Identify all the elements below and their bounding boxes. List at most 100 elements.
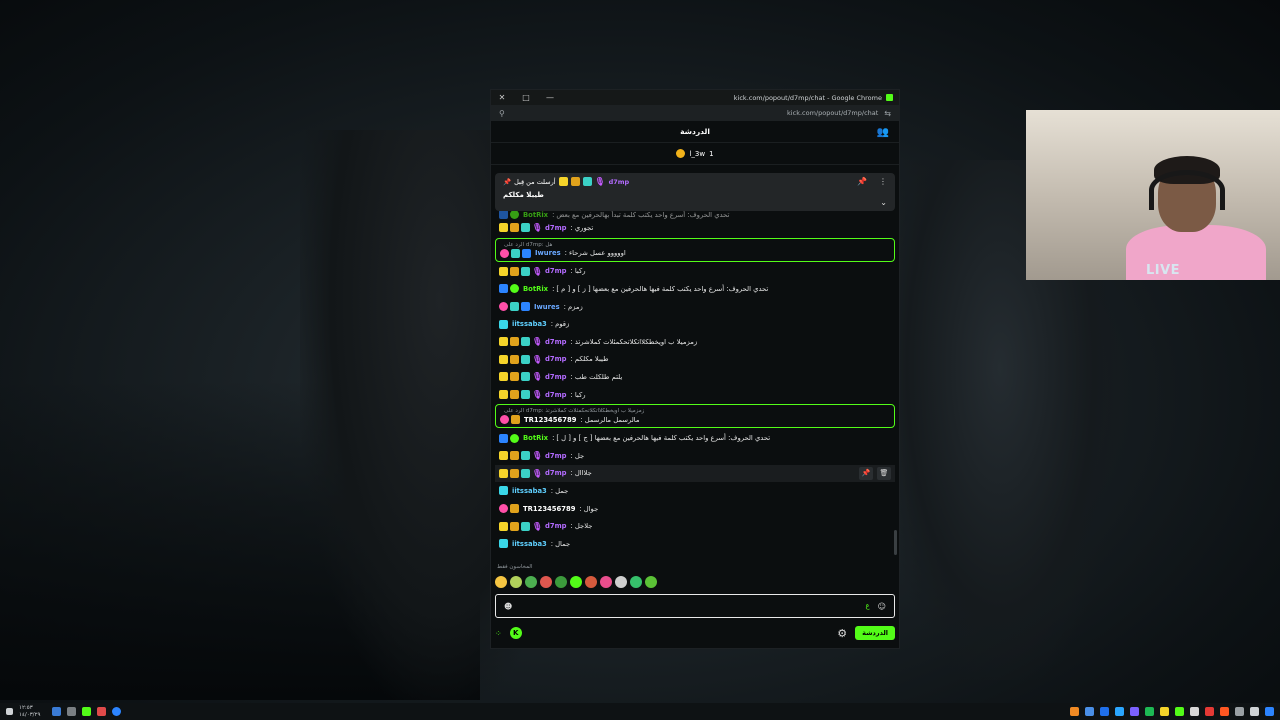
notification-icon[interactable] [6,708,13,715]
chat-message-row[interactable]: 🎙 d7mp: يلتم طلكلت طب [495,368,895,386]
broadcaster-mic-icon: 🎙 [532,451,543,461]
chat-username[interactable]: d7mp [545,469,567,477]
chat-username[interactable]: Iwures [534,303,560,311]
chat-input-text[interactable]: ع [865,602,869,610]
pin-message-icon[interactable]: 📌 [859,466,873,480]
emoji-picker-icon[interactable]: ☻ [504,602,512,611]
chat-username[interactable]: d7mp [545,452,567,460]
chat-scrollbar[interactable] [894,530,897,555]
pin-icon[interactable]: 📌 [857,177,867,186]
chat-username[interactable]: iitssaba3 [512,487,547,495]
tray-icon[interactable] [112,707,122,716]
emote-icon[interactable] [630,576,642,588]
emote-icon[interactable] [615,576,627,588]
chat-message-row[interactable]: TR123456789: جوال [495,500,895,518]
kick-logo-icon[interactable]: K [509,627,522,639]
emote-icon[interactable] [495,576,507,588]
app-icon[interactable] [1085,707,1094,716]
chat-message-row[interactable]: iitssaba3: زقوم [495,315,895,333]
delete-message-icon[interactable]: 🗑 [877,466,891,480]
tray-icon[interactable] [52,707,62,716]
chat-username[interactable]: d7mp [545,355,567,363]
gear-icon[interactable]: ⚙ [837,627,847,640]
minimize-window-button[interactable]: — [545,93,555,102]
chrome-app-icon[interactable] [1190,707,1199,716]
emote-icon[interactable] [585,576,597,588]
reply-message-row[interactable]: الرد على d7mp: زمزميلا ب اويخطكلااتكلاتح… [495,404,895,429]
kick-app-icon[interactable] [1175,707,1184,716]
top-gifter-bar[interactable]: l_3w 1 [491,143,899,165]
emote-icon[interactable] [525,576,537,588]
sub-badge-icon [499,521,508,531]
tray-icon[interactable] [97,707,107,716]
app-icon[interactable] [1205,707,1214,716]
moderator-badge-icon [521,354,530,364]
app-icon[interactable] [1070,707,1079,716]
emote-icon[interactable] [555,576,567,588]
app-icon[interactable] [1145,707,1154,716]
chat-username[interactable]: d7mp [545,338,567,346]
chat-bottom-bar: ⁘ K ⚙ الدردشة [495,624,895,642]
pinned-message[interactable]: 📌 أرسلت من قِبل 🎙 d7mp طيبلا مكلكم 📌 ⋮ ⌄ [495,173,895,211]
chat-username[interactable]: TR123456789 [524,416,576,424]
chat-message-row[interactable]: BotRix: تحدي الحروف: أسرع واحد يكتب كلمة … [495,280,895,298]
taskbar-clock[interactable]: ١٢:٥٣ ١٤/٠٣/٢٩ [19,705,40,719]
app-icon[interactable] [1235,707,1244,716]
emote-icon[interactable] [600,576,612,588]
app-icon[interactable] [1130,707,1139,716]
tray-icon[interactable] [82,707,92,716]
chat-message-row[interactable]: 🎙 d7mp: جلاجل [495,517,895,535]
close-window-button[interactable]: ✕ [497,93,507,102]
emote-picker-icon[interactable]: ☺ [878,602,886,611]
emote-icon[interactable] [645,576,657,588]
chat-username[interactable]: Iwures [535,249,561,257]
chat-username[interactable]: d7mp [545,522,567,530]
chat-username[interactable]: BotRix [523,285,548,293]
chat-message-row[interactable]: BotRix: تحدي الحروف: أسرع واحد يكتب كلمة … [495,211,895,219]
app-icon[interactable] [1115,707,1124,716]
more-options-icon[interactable]: ⋮ [879,177,887,186]
site-settings-icon[interactable]: ⇆ [884,109,891,118]
chevron-down-icon[interactable]: ⌄ [880,198,887,207]
chat-username[interactable]: d7mp [545,373,567,381]
app-icon[interactable] [1160,707,1169,716]
chat-username[interactable]: BotRix [523,211,548,219]
predictions-icon[interactable]: ⁘ [495,629,502,638]
chat-username[interactable]: iitssaba3 [512,540,547,548]
chat-message-row[interactable]: 🎙 d7mp: تجوري [495,219,895,237]
chat-username[interactable]: TR123456789 [523,505,575,513]
moderator-badge-icon [521,521,530,531]
chat-message-row[interactable]: 🎙 d7mp: ركبا [495,386,895,404]
send-chat-button[interactable]: الدردشة [855,626,895,640]
maximize-window-button[interactable]: □ [521,93,531,102]
chat-message-input[interactable]: ☻ ع ☺ [495,594,895,618]
url-text[interactable]: kick.com/popout/d7mp/chat [787,109,878,117]
chat-message-row[interactable]: 🎙 d7mp: جلااال 📌 🗑 [495,464,895,483]
tray-icon[interactable] [67,707,77,716]
app-icon[interactable] [1100,707,1109,716]
chat-message-row[interactable]: BotRix: تحدي الحروف: أسرع واحد يكتب كلمة … [495,429,895,447]
search-icon[interactable] [1250,707,1259,716]
emote-icon[interactable] [510,576,522,588]
chat-username[interactable]: d7mp [545,224,567,232]
chat-message-row[interactable]: 🎙 d7mp: ركبا [495,263,895,281]
chat-username[interactable]: iitssaba3 [512,320,547,328]
chat-message-row[interactable]: iitssaba3: جمال [495,535,895,553]
emote-icon[interactable] [570,576,582,588]
start-icon[interactable] [1265,707,1274,716]
chat-username[interactable]: d7mp [545,391,567,399]
chat-message-row[interactable]: 🎙 d7mp: جل [495,447,895,465]
chat-message-row[interactable]: 🎙 d7mp: زمزميلا ب اويخطكلااتكلاتحكمئلات كم… [495,333,895,351]
reply-message-row[interactable]: الرد على d7mp: هل Iwures: اووووو عسل شرحاء [495,237,895,262]
chat-message-row[interactable]: Iwures: زمزم [495,298,895,316]
chat-users-icon[interactable]: 👥 [877,127,889,138]
pinned-username[interactable]: d7mp [609,178,630,186]
emote-icon[interactable] [540,576,552,588]
chat-message-row[interactable]: iitssaba3: جمل [495,482,895,500]
chat-username[interactable]: d7mp [545,267,567,275]
app-icon[interactable] [1220,707,1229,716]
address-bar[interactable]: ⚲ kick.com/popout/d7mp/chat ⇆ [491,105,899,121]
chat-message-row[interactable]: 🎙 d7mp: طيبلا مكلكم [495,351,895,369]
sub-badge-icon [499,337,508,347]
chat-username[interactable]: BotRix [523,434,548,442]
